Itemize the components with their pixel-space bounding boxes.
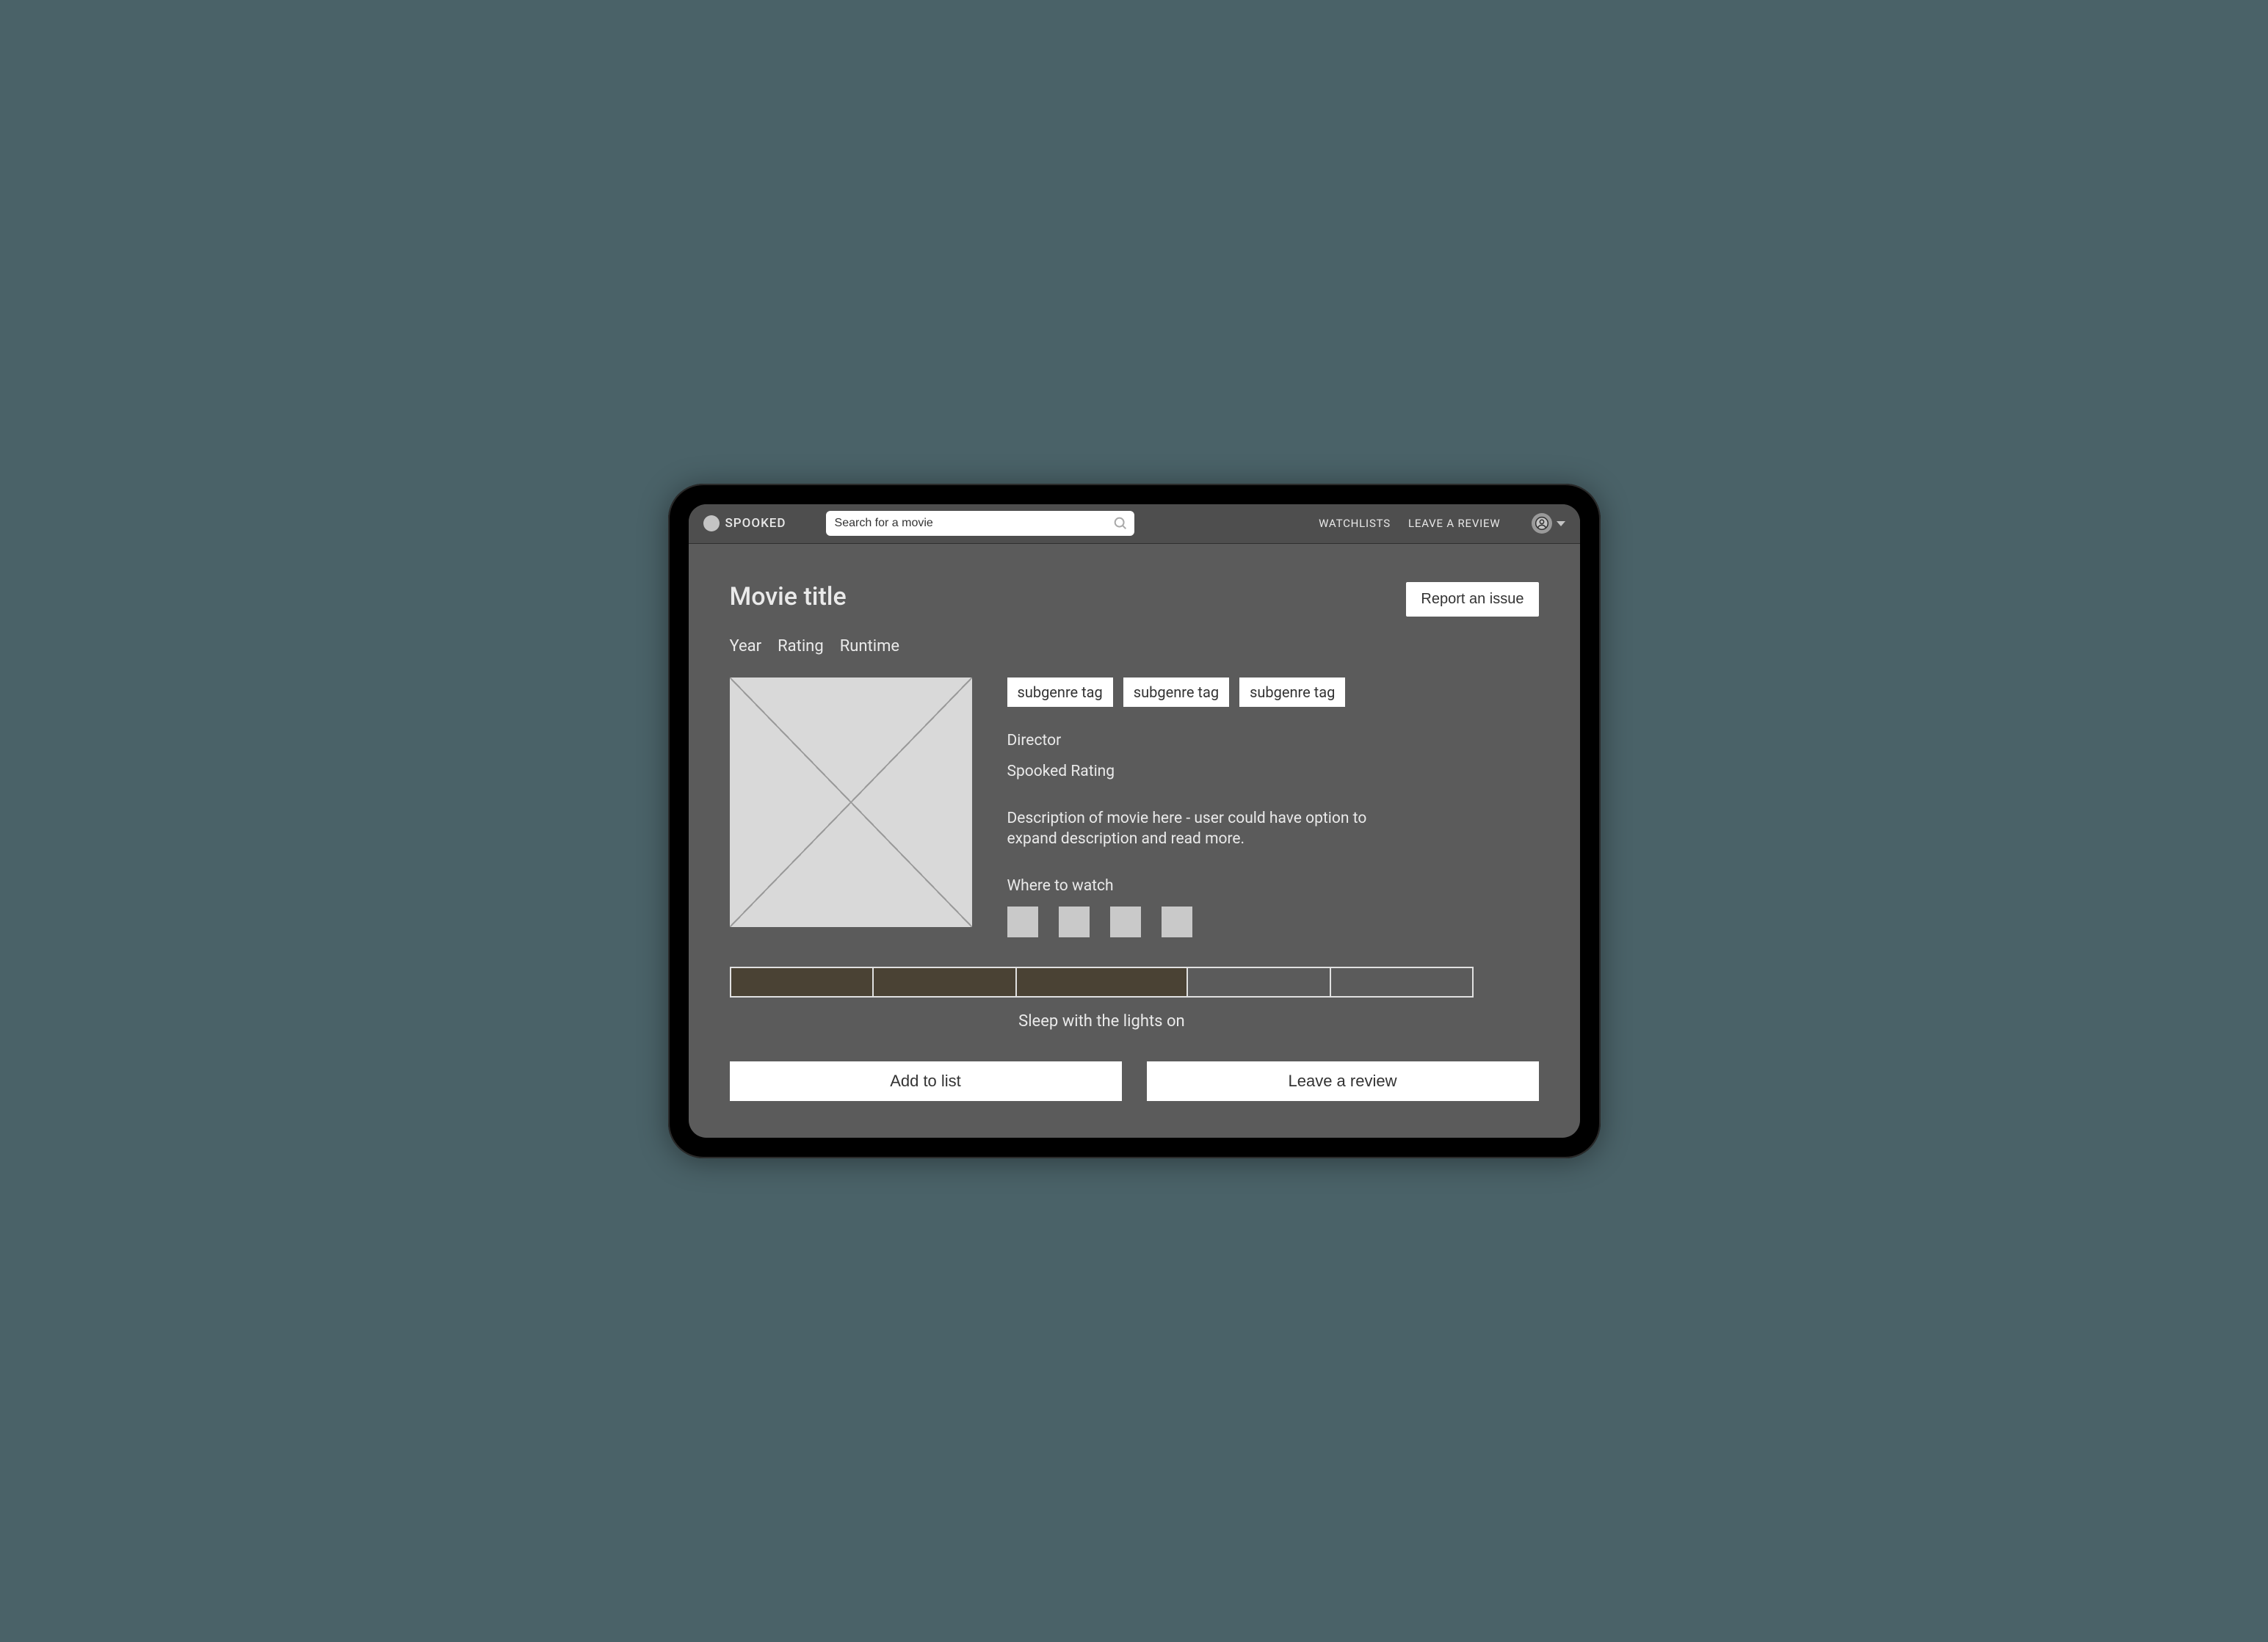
- where-to-watch-label: Where to watch: [1007, 877, 1539, 895]
- search-field[interactable]: [826, 511, 1134, 536]
- sensitive-content-heading: Sensitive content: [730, 1136, 1539, 1138]
- meta-rating: Rating: [778, 637, 824, 655]
- meta-runtime: Runtime: [840, 637, 899, 655]
- meta-year: Year: [730, 637, 762, 655]
- director-label: Director: [1007, 732, 1539, 749]
- tablet-frame: SPOOKED WATCHLISTS LEAVE A REVIEW: [668, 484, 1601, 1159]
- movie-meta: Year Rating Runtime: [730, 637, 1539, 655]
- watch-provider[interactable]: [1059, 907, 1090, 937]
- search-icon[interactable]: [1112, 515, 1128, 531]
- movie-description[interactable]: Description of movie here - user could h…: [1007, 808, 1389, 850]
- account-menu[interactable]: [1532, 513, 1565, 534]
- scare-segment: [1017, 968, 1188, 996]
- scare-caption: Sleep with the lights on: [730, 1012, 1474, 1031]
- watch-provider[interactable]: [1162, 907, 1192, 937]
- spooked-rating-label: Spooked Rating: [1007, 763, 1539, 780]
- subgenre-tag[interactable]: subgenre tag: [1239, 677, 1345, 707]
- avatar-icon: [1532, 513, 1552, 534]
- watch-provider[interactable]: [1007, 907, 1038, 937]
- subgenre-tags: subgenre tag subgenre tag subgenre tag: [1007, 677, 1539, 707]
- scare-segment: [874, 968, 1017, 996]
- scare-segment: [1331, 968, 1473, 996]
- leave-review-button[interactable]: Leave a review: [1147, 1061, 1539, 1101]
- report-issue-button[interactable]: Report an issue: [1406, 582, 1538, 617]
- top-nav: SPOOKED WATCHLISTS LEAVE A REVIEW: [689, 504, 1580, 544]
- nav-leave-review[interactable]: LEAVE A REVIEW: [1408, 517, 1501, 530]
- poster-placeholder: [730, 677, 972, 927]
- logo-icon: [703, 515, 720, 531]
- where-to-watch-row: [1007, 907, 1539, 937]
- scare-meter: [730, 967, 1474, 998]
- watch-provider[interactable]: [1110, 907, 1141, 937]
- add-to-list-button[interactable]: Add to list: [730, 1061, 1122, 1101]
- brand-name: SPOOKED: [725, 516, 786, 531]
- brand[interactable]: SPOOKED: [703, 515, 786, 531]
- subgenre-tag[interactable]: subgenre tag: [1007, 677, 1113, 707]
- scare-segment: [1188, 968, 1331, 996]
- search-input[interactable]: [835, 517, 1112, 530]
- app-screen: SPOOKED WATCHLISTS LEAVE A REVIEW: [689, 504, 1580, 1138]
- subgenre-tag[interactable]: subgenre tag: [1123, 677, 1229, 707]
- page-title: Movie title: [730, 582, 847, 611]
- nav-watchlists[interactable]: WATCHLISTS: [1319, 517, 1391, 530]
- scare-segment: [731, 968, 874, 996]
- chevron-down-icon: [1557, 521, 1565, 526]
- page-content: Movie title Report an issue Year Rating …: [689, 544, 1580, 1138]
